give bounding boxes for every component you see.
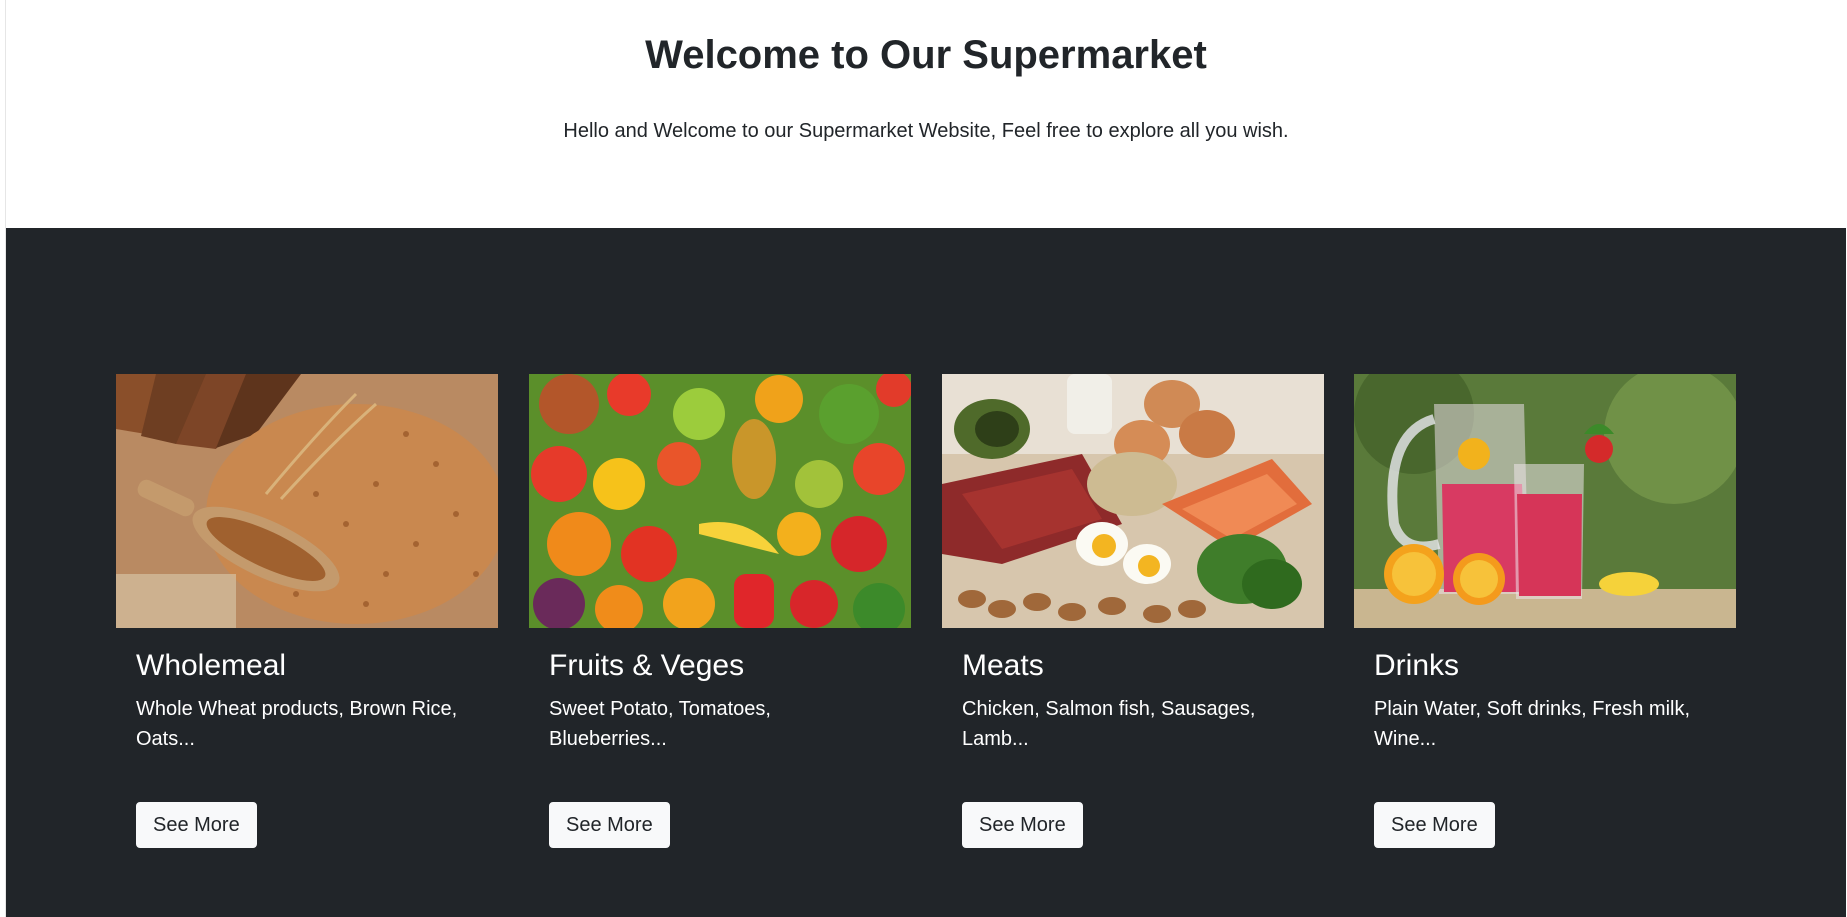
categories-section: Wholemeal Whole Wheat products, Brown Ri…: [6, 228, 1846, 917]
see-more-button-meats[interactable]: See More: [962, 802, 1083, 848]
card-title: Fruits & Veges: [549, 649, 745, 682]
page-title: Welcome to Our Supermarket: [645, 33, 1207, 77]
category-card-drinks: Drinks Plain Water, Soft drinks, Fresh m…: [1354, 374, 1736, 848]
drinks-image: [1354, 374, 1736, 628]
wholemeal-image: [116, 374, 498, 628]
meat-photo-icon: [942, 374, 1324, 628]
category-card-fruits-veges: Fruits & Veges Sweet Potato, Tomatoes, B…: [529, 374, 911, 848]
drinks-photo-icon: [1354, 374, 1736, 628]
card-title: Wholemeal: [136, 649, 287, 682]
card-description: Chicken, Salmon fish, Sausages, Lamb...: [962, 698, 1256, 750]
page: Welcome to Our Supermarket Hello and Wel…: [5, 0, 1846, 917]
fruits-veges-image: [529, 374, 911, 628]
category-card-wholemeal: Wholemeal Whole Wheat products, Brown Ri…: [116, 374, 498, 848]
see-more-button-drinks[interactable]: See More: [1374, 802, 1495, 848]
card-title: Meats: [962, 649, 1044, 682]
see-more-button-fruits-veges[interactable]: See More: [549, 802, 670, 848]
hero-section: Welcome to Our Supermarket Hello and Wel…: [6, 0, 1846, 228]
meats-image: [942, 374, 1324, 628]
card-description: Plain Water, Soft drinks, Fresh milk, Wi…: [1374, 698, 1691, 750]
wheat-photo-icon: [116, 374, 498, 628]
page-subtitle: Hello and Welcome to our Supermarket Web…: [563, 120, 1289, 142]
card-description: Whole Wheat products, Brown Rice, Oats..…: [136, 698, 458, 750]
card-description: Sweet Potato, Tomatoes, Blueberries...: [549, 698, 771, 750]
category-card-meats: Meats Chicken, Salmon fish, Sausages, La…: [942, 374, 1324, 848]
card-title: Drinks: [1374, 649, 1460, 682]
see-more-button-wholemeal[interactable]: See More: [136, 802, 257, 848]
fruits-photo-icon: [529, 374, 911, 628]
